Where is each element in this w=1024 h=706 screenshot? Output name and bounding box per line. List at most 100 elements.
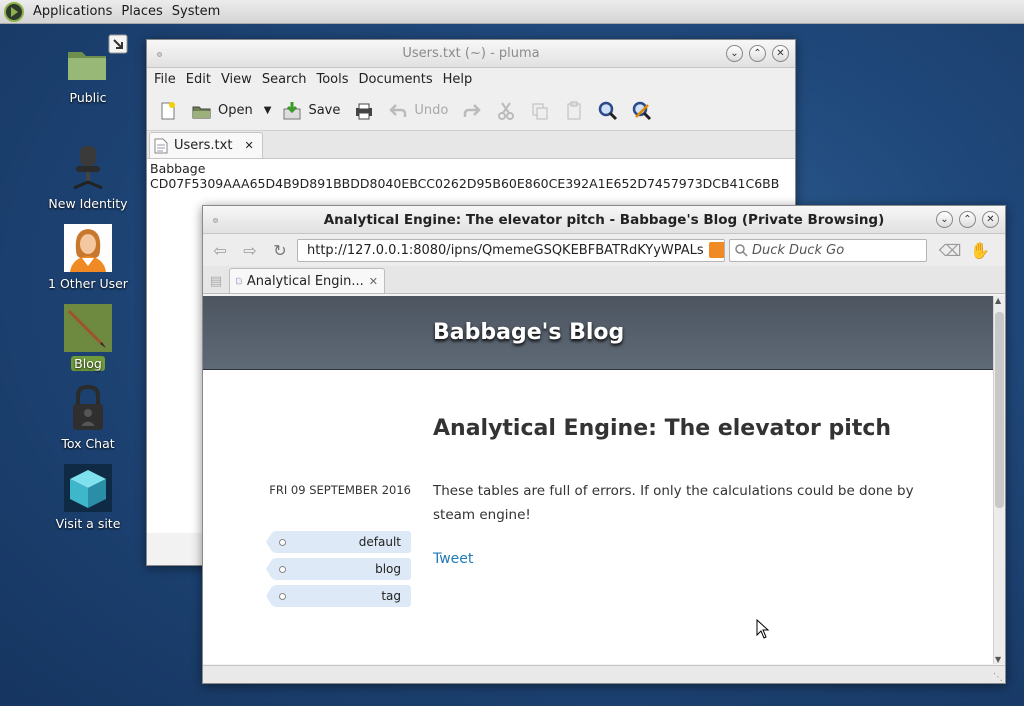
- resize-grip-icon[interactable]: ⋱: [993, 672, 1003, 683]
- menu-view[interactable]: View: [216, 72, 257, 87]
- page-icon: [236, 277, 242, 285]
- tab-close-icon[interactable]: ✕: [244, 139, 253, 152]
- paste-button[interactable]: [557, 96, 591, 126]
- desktop-icon-visit-site[interactable]: Visit a site: [43, 464, 133, 531]
- url-bar[interactable]: http://127.0.0.1:8080/ipns/QmemeGSQKEBFB…: [297, 238, 725, 262]
- shortcut-arrow-icon: [108, 34, 128, 54]
- clipboard-icon: [567, 101, 581, 119]
- tweet-link[interactable]: Tweet: [433, 551, 473, 567]
- menu-file[interactable]: File: [149, 72, 181, 87]
- redo-button[interactable]: [455, 96, 489, 126]
- mate-logo-icon[interactable]: [4, 1, 24, 22]
- desktop-icon-blog[interactable]: Blog: [43, 304, 133, 371]
- pluma-titlebar[interactable]: Users.txt (~) - pluma ⌄ ⌃ ✕: [147, 40, 795, 68]
- close-icon[interactable]: ✕: [772, 45, 789, 62]
- cut-button[interactable]: [489, 96, 523, 126]
- find-replace-icon: [633, 101, 652, 120]
- undo-button[interactable]: Undo: [381, 96, 455, 126]
- desktop-icon-tox-chat[interactable]: Tox Chat: [43, 384, 133, 451]
- desktop-icon-other-user[interactable]: 1 Other User: [43, 224, 133, 291]
- text-file-icon: [154, 138, 168, 153]
- menu-system[interactable]: System: [169, 4, 226, 19]
- scroll-down-icon[interactable]: ▼: [995, 655, 1001, 664]
- replace-button[interactable]: [625, 96, 659, 126]
- tab-users-txt[interactable]: Users.txt ✕: [149, 132, 263, 158]
- copy-icon: [532, 103, 548, 119]
- reload-icon[interactable]: ↻: [267, 237, 293, 263]
- open-button[interactable]: Open: [185, 96, 260, 126]
- search-icon: [735, 244, 748, 257]
- mouse-cursor-icon: [756, 619, 770, 639]
- open-folder-icon: [192, 106, 211, 118]
- tag-default[interactable]: default: [266, 531, 411, 553]
- new-document-icon: [161, 101, 175, 119]
- menu-tools[interactable]: Tools: [311, 72, 353, 87]
- menu-applications[interactable]: Applications: [30, 4, 118, 19]
- undo-label: Undo: [414, 103, 449, 118]
- tab-label: Analytical Engin...: [246, 273, 364, 289]
- pluma-tab-strip: Users.txt ✕: [147, 131, 795, 159]
- menu-documents[interactable]: Documents: [354, 72, 438, 87]
- print-button[interactable]: [347, 96, 381, 126]
- minimize-icon[interactable]: ⌄: [936, 211, 953, 228]
- browser-window: Analytical Engine: The elevator pitch - …: [202, 205, 1006, 684]
- open-recent-dropdown[interactable]: ▼: [260, 96, 276, 126]
- back-icon[interactable]: ⇦: [207, 237, 233, 263]
- desktop-icon-label: Tox Chat: [61, 436, 115, 451]
- undo-icon: [389, 103, 407, 117]
- menu-places[interactable]: Places: [118, 4, 168, 19]
- maximize-icon[interactable]: ⌃: [959, 211, 976, 228]
- open-label: Open: [218, 103, 253, 118]
- tab-analytical-engine[interactable]: Analytical Engin... ✕: [229, 268, 385, 293]
- find-button[interactable]: [591, 96, 625, 126]
- pluma-menubar: File Edit View Search Tools Documents He…: [147, 68, 795, 91]
- page-content: Babbage's Blog Analytical Engine: The el…: [203, 296, 993, 664]
- magnifier-icon: [599, 101, 618, 120]
- scroll-up-icon[interactable]: ▲: [995, 296, 1001, 305]
- browser-title: Analytical Engine: The elevator pitch - …: [323, 211, 885, 228]
- text-line-2: CD07F5309AAA65D4B9D891BBDD8040EBCC0262D9…: [150, 176, 780, 191]
- rss-feed-icon[interactable]: [708, 242, 724, 258]
- maximize-icon[interactable]: ⌃: [749, 45, 766, 62]
- save-label: Save: [308, 103, 341, 118]
- post-body: These tables are full of errors. If only…: [433, 483, 914, 523]
- printer-icon: [356, 103, 373, 119]
- tag-blog[interactable]: blog: [266, 558, 411, 580]
- pencil-paper-icon: [64, 304, 112, 352]
- scrollbar-thumb[interactable]: [995, 312, 1004, 508]
- desktop-icon-new-identity[interactable]: New Identity: [43, 144, 133, 211]
- menu-search[interactable]: Search: [257, 72, 312, 87]
- menu-help[interactable]: Help: [438, 72, 478, 87]
- tab-label: Users.txt: [174, 138, 233, 153]
- padlock-user-icon: [73, 384, 103, 430]
- tab-groups-icon[interactable]: ▤: [207, 269, 225, 293]
- text-line-1: Babbage: [150, 161, 206, 176]
- bookmarks-icon[interactable]: ✋: [967, 237, 993, 263]
- menu-edit[interactable]: Edit: [181, 72, 216, 87]
- desktop-icon-label: Visit a site: [55, 516, 121, 531]
- blog-header: Babbage's Blog: [203, 296, 993, 370]
- redo-icon: [464, 103, 482, 117]
- search-box[interactable]: Duck Duck Go: [729, 238, 927, 262]
- browser-titlebar[interactable]: Analytical Engine: The elevator pitch - …: [203, 206, 1005, 234]
- vertical-scrollbar[interactable]: ▲ ▼: [993, 296, 1005, 664]
- search-placeholder: Duck Duck Go: [752, 242, 845, 258]
- window-menu-icon[interactable]: [157, 52, 162, 57]
- close-icon[interactable]: ✕: [982, 211, 999, 228]
- new-document-button[interactable]: [151, 96, 185, 126]
- window-menu-icon[interactable]: [213, 218, 218, 223]
- tag-tag[interactable]: tag: [266, 585, 411, 607]
- forward-icon[interactable]: ⇨: [237, 237, 263, 263]
- tab-close-icon[interactable]: ✕: [369, 275, 378, 288]
- minimize-icon[interactable]: ⌄: [726, 45, 743, 62]
- browser-tab-strip: ▤ Analytical Engin... ✕: [203, 266, 1005, 294]
- post-date: FRI 09 SEPTEMBER 2016: [269, 483, 411, 497]
- desktop-icon-public[interactable]: Public: [43, 34, 133, 105]
- trash-icon[interactable]: ⌫: [937, 237, 963, 263]
- blog-title[interactable]: Babbage's Blog: [433, 320, 624, 345]
- post-title: Analytical Engine: The elevator pitch: [433, 416, 892, 441]
- desktop-icon-label: Blog: [71, 356, 105, 371]
- copy-button[interactable]: [523, 96, 557, 126]
- save-icon: [283, 101, 301, 119]
- save-button[interactable]: Save: [275, 96, 347, 126]
